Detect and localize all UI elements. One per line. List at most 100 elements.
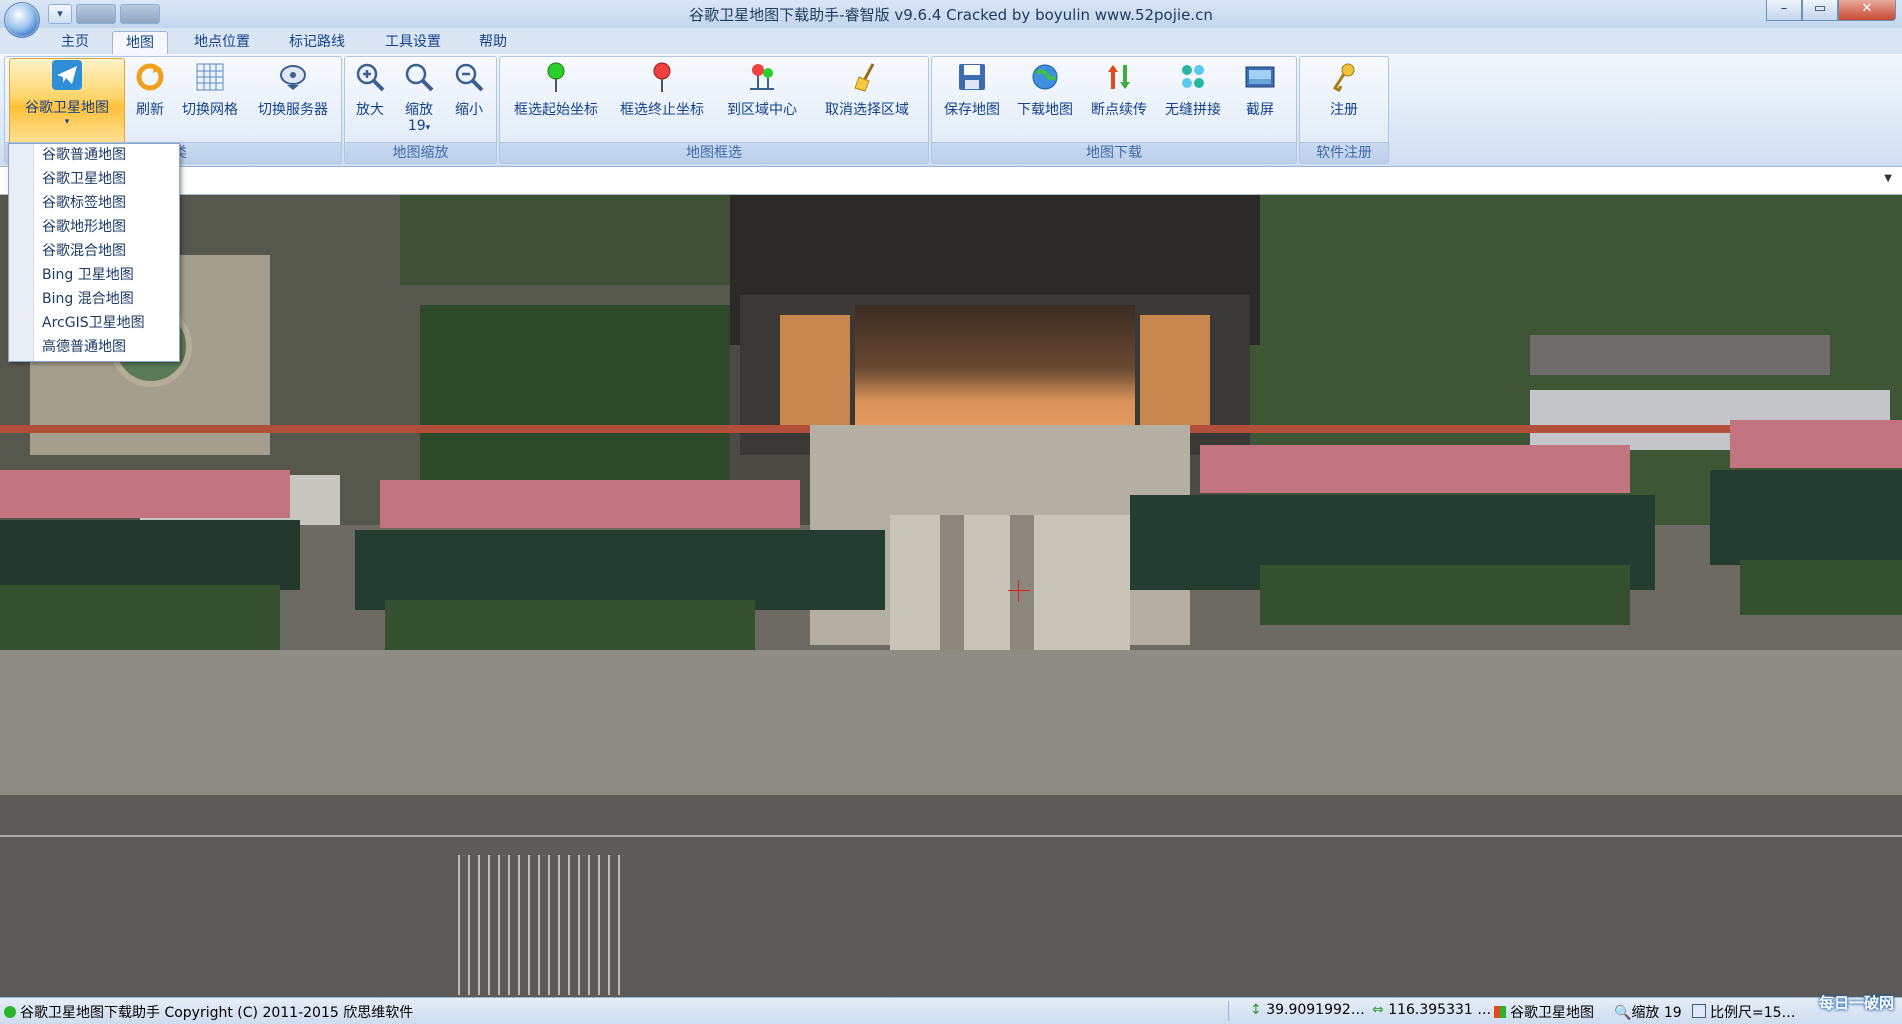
refresh-label: 刷新 [136, 102, 164, 118]
maximize-button[interactable]: ▭ [1802, 0, 1838, 21]
save-map-button[interactable]: 保存地图 [940, 61, 1004, 139]
group-area-select: 框选起始坐标 框选终止坐标 到区域中心 取消选择区域 地图框选 [499, 56, 929, 164]
map-gate-wing-left [780, 315, 850, 425]
latitude-value: 39.9091992… [1266, 1002, 1365, 1018]
switch-server-label: 切换服务器 [258, 102, 328, 118]
status-zoom-text: 缩放 19 [1631, 1005, 1682, 1021]
menu-item-arcgis-satellite[interactable]: ArcGIS卫星地图 [42, 312, 145, 334]
download-map-button[interactable]: 下载地图 [1012, 61, 1078, 139]
status-app-info-text: 谷歌卫星地图下载助手 Copyright (C) 2011-2015 欣思维软件 [20, 1005, 414, 1021]
map-road [0, 795, 1902, 997]
menu-item-google-label[interactable]: 谷歌标签地图 [42, 192, 126, 214]
menu-item-google-terrain[interactable]: 谷歌地形地图 [42, 216, 126, 238]
watermark-logo: 每日一破网 [1818, 994, 1894, 1012]
screenshot-label: 截屏 [1246, 102, 1274, 118]
grid-icon [194, 61, 226, 93]
status-zoom: 🔍缩放 19 [1614, 1002, 1682, 1022]
minimize-button[interactable]: – [1766, 0, 1802, 21]
key-icon [1328, 61, 1360, 93]
status-scale-text: 比例尺=15… [1710, 1005, 1796, 1021]
tab-home[interactable]: 主页 [52, 31, 98, 53]
map-bridge-gap-2 [1010, 515, 1034, 655]
window-title: 谷歌卫星地图下载助手-睿智版 v9.6.4 Cracked by boyulin… [689, 6, 1213, 24]
zoom-out-label: 缩小 [455, 102, 483, 118]
status-latitude: ↕ 39.9091992… [1250, 1002, 1365, 1018]
resume-icon [1103, 61, 1135, 93]
tab-help[interactable]: 帮助 [470, 31, 516, 53]
area-center-button[interactable]: 到区域中心 [722, 61, 802, 139]
cancel-selection-label: 取消选择区域 [825, 102, 909, 118]
map-crosshair-v [1018, 580, 1019, 602]
menu-item-google-hybrid[interactable]: 谷歌混合地图 [42, 240, 126, 262]
status-app-info: 谷歌卫星地图下载助手 Copyright (C) 2011-2015 欣思维软件 [4, 1002, 413, 1022]
map-toolbar-strip: ▼ [0, 167, 1902, 195]
map-wall-roof-2 [380, 480, 800, 528]
menu-icon-column [9, 144, 34, 361]
status-green-dot-icon [4, 1006, 16, 1018]
tab-map[interactable]: 地图 [112, 31, 168, 54]
close-button[interactable]: ✕ [1838, 0, 1896, 21]
map-moat-4 [1710, 470, 1902, 565]
tab-tools[interactable]: 工具设置 [374, 31, 452, 53]
longitude-value: 116.395331 … [1388, 1002, 1492, 1018]
menu-item-gaode-normal[interactable]: 高德普通地图 [42, 336, 126, 358]
map-bridge-gap-1 [940, 515, 964, 655]
strip-dropdown-icon[interactable]: ▼ [1884, 173, 1892, 184]
zoom-level-value[interactable]: 19▾ [397, 119, 441, 135]
resume-download-button[interactable]: 断点续传 [1086, 61, 1152, 139]
group-label-area-select: 地图框选 [500, 142, 928, 163]
satellite-map-view[interactable] [0, 195, 1902, 997]
zoom-label: 缩放 [405, 102, 433, 118]
menu-item-bing-hybrid[interactable]: Bing 混合地图 [42, 288, 134, 310]
map-type-icon [1494, 1006, 1506, 1018]
window-controls: – ▭ ✕ [1766, 0, 1896, 21]
map-wall-roof-1 [0, 470, 290, 518]
switch-server-button[interactable]: 切换服务器 [251, 61, 335, 139]
green-pin-icon [540, 61, 572, 93]
menu-item-bing-satellite[interactable]: Bing 卫星地图 [42, 264, 134, 286]
status-bar: 谷歌卫星地图下载助手 Copyright (C) 2011-2015 欣思维软件… [0, 994, 1902, 1024]
zoom-out-button[interactable]: 缩小 [447, 61, 491, 139]
zoom-small-icon: 🔍 [1614, 1005, 1632, 1021]
seamless-stitch-button[interactable]: 无缝拼接 [1160, 61, 1226, 139]
zoom-in-icon [354, 61, 386, 93]
menu-item-google-satellite[interactable]: 谷歌卫星地图 [42, 168, 126, 190]
map-trees-1 [400, 195, 730, 285]
select-end-button[interactable]: 框选终止坐标 [614, 61, 710, 139]
refresh-button[interactable]: 刷新 [129, 61, 171, 139]
toggle-grid-button[interactable]: 切换网格 [177, 61, 243, 139]
status-map-type: 谷歌卫星地图 [1494, 1002, 1594, 1022]
map-garden-1 [0, 585, 280, 660]
area-center-label: 到区域中心 [727, 102, 797, 118]
screenshot-button[interactable]: 截屏 [1232, 61, 1288, 139]
map-type-label: 谷歌卫星地图 [25, 100, 109, 116]
select-start-button[interactable]: 框选起始坐标 [508, 61, 604, 139]
zoom-in-button[interactable]: 放大 [349, 61, 391, 139]
group-register: 注册 软件注册 [1299, 56, 1389, 164]
map-garden-4 [1740, 560, 1902, 615]
status-divider [1228, 1001, 1229, 1021]
register-label: 注册 [1330, 102, 1358, 118]
floppy-icon [956, 61, 988, 93]
globe-download-icon [1029, 61, 1061, 93]
group-zoom: 放大 缩放 19▾ 缩小 地图缩放 [344, 56, 497, 164]
tab-route[interactable]: 标记路线 [278, 31, 356, 53]
map-type-button[interactable]: 谷歌卫星地图 ▾ [9, 58, 125, 146]
scale-icon [1692, 1004, 1706, 1018]
latitude-arrow-icon: ↕ [1250, 1002, 1262, 1018]
ribbon-tabs: 主页 地图 地点位置 标记路线 工具设置 帮助 [0, 28, 1902, 54]
menu-item-google-normal[interactable]: 谷歌普通地图 [42, 144, 126, 166]
chevron-down-icon: ▾ [64, 117, 70, 127]
download-map-label: 下载地图 [1017, 102, 1073, 118]
chevron-down-icon: ▾ [425, 123, 431, 133]
application-menu-button[interactable] [4, 2, 40, 38]
register-button[interactable]: 注册 [1312, 61, 1376, 139]
zoom-icon [403, 61, 435, 93]
tab-location[interactable]: 地点位置 [183, 31, 261, 53]
select-end-label: 框选终止坐标 [620, 102, 704, 118]
title-bar: ▾ 谷歌卫星地图下载助手-睿智版 v9.6.4 Cracked by boyul… [0, 0, 1902, 29]
map-moat-1 [0, 520, 300, 590]
cancel-selection-button[interactable]: 取消选择区域 [814, 61, 920, 139]
longitude-arrow-icon: ⇔ [1372, 1002, 1384, 1018]
zoom-button[interactable]: 缩放 19▾ [397, 61, 441, 139]
